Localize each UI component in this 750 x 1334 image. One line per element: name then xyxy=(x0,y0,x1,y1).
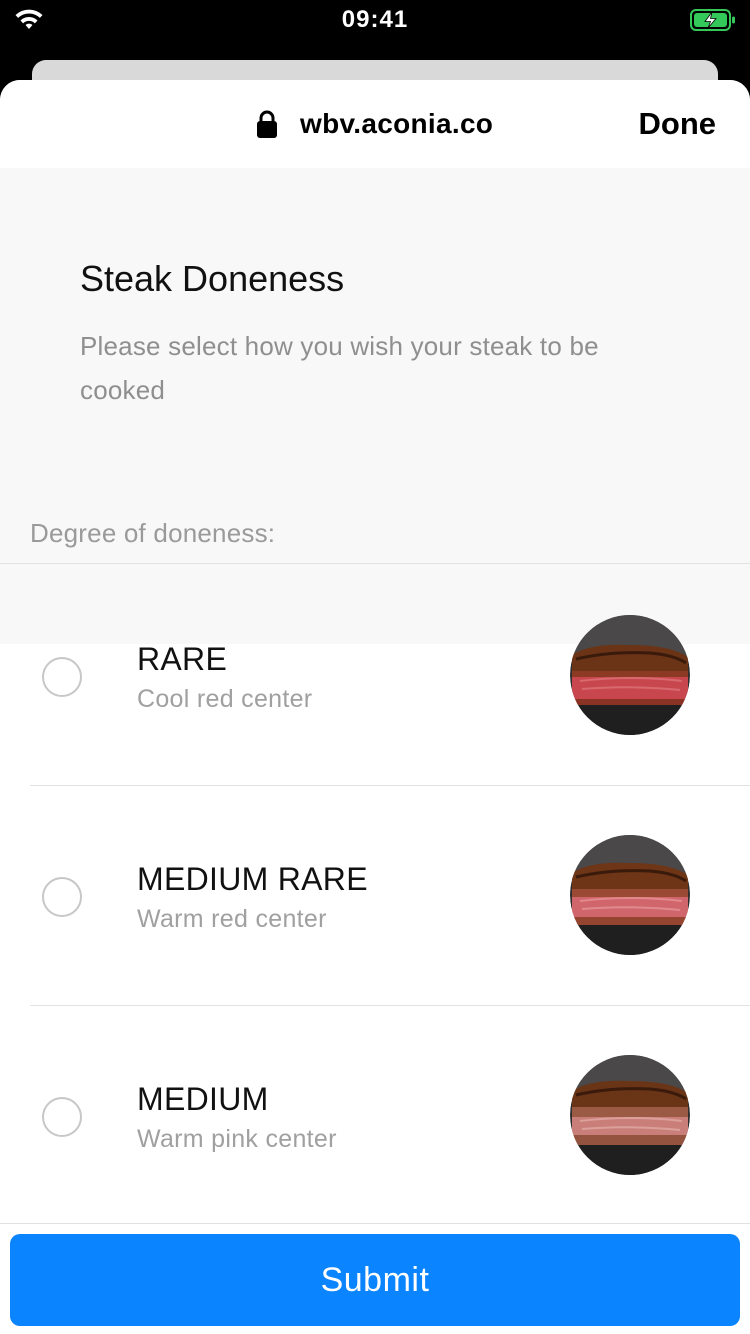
option-subtitle: Cool red center xyxy=(137,685,313,713)
done-button[interactable]: Done xyxy=(639,106,717,142)
steak-rare-image xyxy=(570,615,690,735)
doneness-options: RARE Cool red center MEDIUM RARE Warm re… xyxy=(0,565,750,1225)
radio-button[interactable] xyxy=(42,877,82,917)
url-display[interactable]: wbv.aconia.co xyxy=(256,106,493,142)
status-bar: 09:41 xyxy=(0,0,750,60)
radio-button[interactable] xyxy=(42,1097,82,1137)
option-title: RARE xyxy=(137,641,228,677)
steak-medium-rare-image xyxy=(570,835,690,955)
browser-sheet: wbv.aconia.co Done Steak Doneness Please… xyxy=(0,80,750,1334)
divider xyxy=(0,563,750,564)
browser-navbar: wbv.aconia.co Done xyxy=(0,80,750,168)
option-medium[interactable]: MEDIUM Warm pink center xyxy=(0,1005,750,1225)
section-label: Degree of doneness: xyxy=(30,518,276,548)
option-medium-rare[interactable]: MEDIUM RARE Warm red center xyxy=(0,785,750,1005)
status-time: 09:41 xyxy=(341,6,409,33)
steak-medium-image xyxy=(570,1055,690,1175)
radio-button[interactable] xyxy=(42,657,82,697)
divider xyxy=(0,1223,750,1224)
lock-icon xyxy=(257,110,277,138)
option-subtitle: Warm red center xyxy=(137,905,327,933)
url-text: wbv.aconia.co xyxy=(300,108,494,139)
submit-button[interactable]: Submit xyxy=(10,1234,740,1326)
battery-charging-icon xyxy=(690,9,735,31)
option-title: MEDIUM xyxy=(137,1081,269,1117)
option-subtitle: Warm pink center xyxy=(137,1125,337,1153)
option-title: MEDIUM RARE xyxy=(137,861,368,897)
form-title: Steak Doneness xyxy=(80,258,345,299)
form-description: Please select how you wish your steak to… xyxy=(80,331,599,405)
option-rare[interactable]: RARE Cool red center xyxy=(0,565,750,785)
